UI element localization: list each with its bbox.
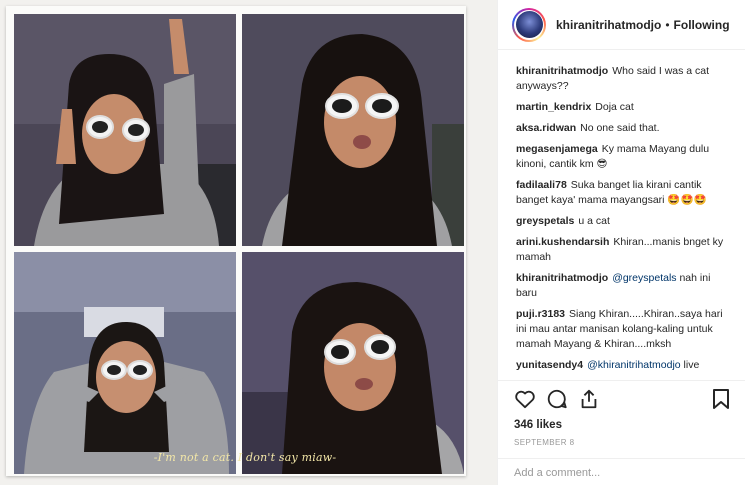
comment-username[interactable]: khiranitrihatmodjo xyxy=(516,65,608,77)
header-username[interactable]: khiranitrihatmodjo xyxy=(556,18,661,32)
post-date: SEPTEMBER 8 xyxy=(514,438,575,447)
header-separator: • xyxy=(665,17,670,32)
comment-username[interactable]: arini.kushendarsih xyxy=(516,236,609,248)
share-icon[interactable] xyxy=(578,388,600,415)
likes-count[interactable]: 346 likes xyxy=(514,419,730,431)
comment-text: Doja cat xyxy=(595,101,634,113)
image-caption-overlay: -I'm not a cat. I don't say miaw- xyxy=(153,451,337,464)
avatar[interactable] xyxy=(512,7,546,42)
comment-username[interactable]: yunitasendy4 xyxy=(516,359,583,371)
comment: arini.kushendarsih Khiran...manis bnget k… xyxy=(516,235,732,265)
comment-text: live xyxy=(680,359,700,371)
comment: yunitasendy4 @khiranitrihatmodjo live xyxy=(516,358,732,373)
comment-username[interactable]: megasenjamega xyxy=(516,143,598,155)
comment-username[interactable]: aksa.ridwan xyxy=(516,122,576,134)
comment-username[interactable]: khiranitrihatmodjo xyxy=(516,272,608,284)
comment-icon[interactable] xyxy=(546,388,568,415)
comment: khiranitrihatmodjo Who said I was a cat a… xyxy=(516,64,732,94)
action-bar: 346 likes SEPTEMBER 8 xyxy=(498,380,745,447)
avatar-image xyxy=(515,11,543,38)
photo-tile-4 xyxy=(242,252,464,474)
comment-username[interactable]: martin_kendrix xyxy=(516,101,591,113)
photo-collage: -I'm not a cat. I don't say miaw- xyxy=(6,6,466,476)
comment-username[interactable]: puji.r3183 xyxy=(516,308,565,320)
comment: megasenjamega Ky mama Mayang dulu kinoni,… xyxy=(516,142,732,172)
post-sidebar: khiranitrihatmodjo • Following khiranitr… xyxy=(497,0,745,485)
comment: martin_kendrix Doja cat xyxy=(516,100,732,115)
avatar-ring xyxy=(514,9,544,40)
comment: fadilaali78 Suka banget lia kirani cantik… xyxy=(516,178,732,208)
bookmark-icon[interactable] xyxy=(712,388,730,415)
comment-text: u a cat xyxy=(578,215,610,227)
heart-icon[interactable] xyxy=(514,389,536,414)
comment-mention[interactable]: @khiranitrihatmodjo xyxy=(587,359,681,371)
comment-mention[interactable]: @greyspetals xyxy=(612,272,676,284)
instagram-post: -I'm not a cat. I don't say miaw- khiran… xyxy=(0,0,745,485)
comment-username[interactable]: greyspetals xyxy=(516,215,574,227)
comment: khiranitrihatmodjo @greyspetals nah ini b… xyxy=(516,271,732,301)
comment-text: No one said that. xyxy=(580,122,660,134)
comment: greyspetals u a cat xyxy=(516,214,732,229)
comment-username[interactable]: fadilaali78 xyxy=(516,179,567,191)
add-comment-input[interactable]: Add a comment... xyxy=(498,458,745,485)
action-icons xyxy=(514,387,730,415)
photo-tile-1 xyxy=(14,14,236,246)
photo-tile-2 xyxy=(242,14,464,246)
comment: puji.r3183 Siang Khiran.....Khiran..saya … xyxy=(516,307,732,352)
photo-tile-3 xyxy=(14,252,236,474)
comment: aksa.ridwan No one said that. xyxy=(516,121,732,136)
following-button[interactable]: Following xyxy=(674,18,730,32)
post-image[interactable]: -I'm not a cat. I don't say miaw- xyxy=(0,0,497,485)
comments-list[interactable]: khiranitrihatmodjo Who said I was a cat a… xyxy=(498,50,745,380)
post-header: khiranitrihatmodjo • Following xyxy=(498,0,745,50)
